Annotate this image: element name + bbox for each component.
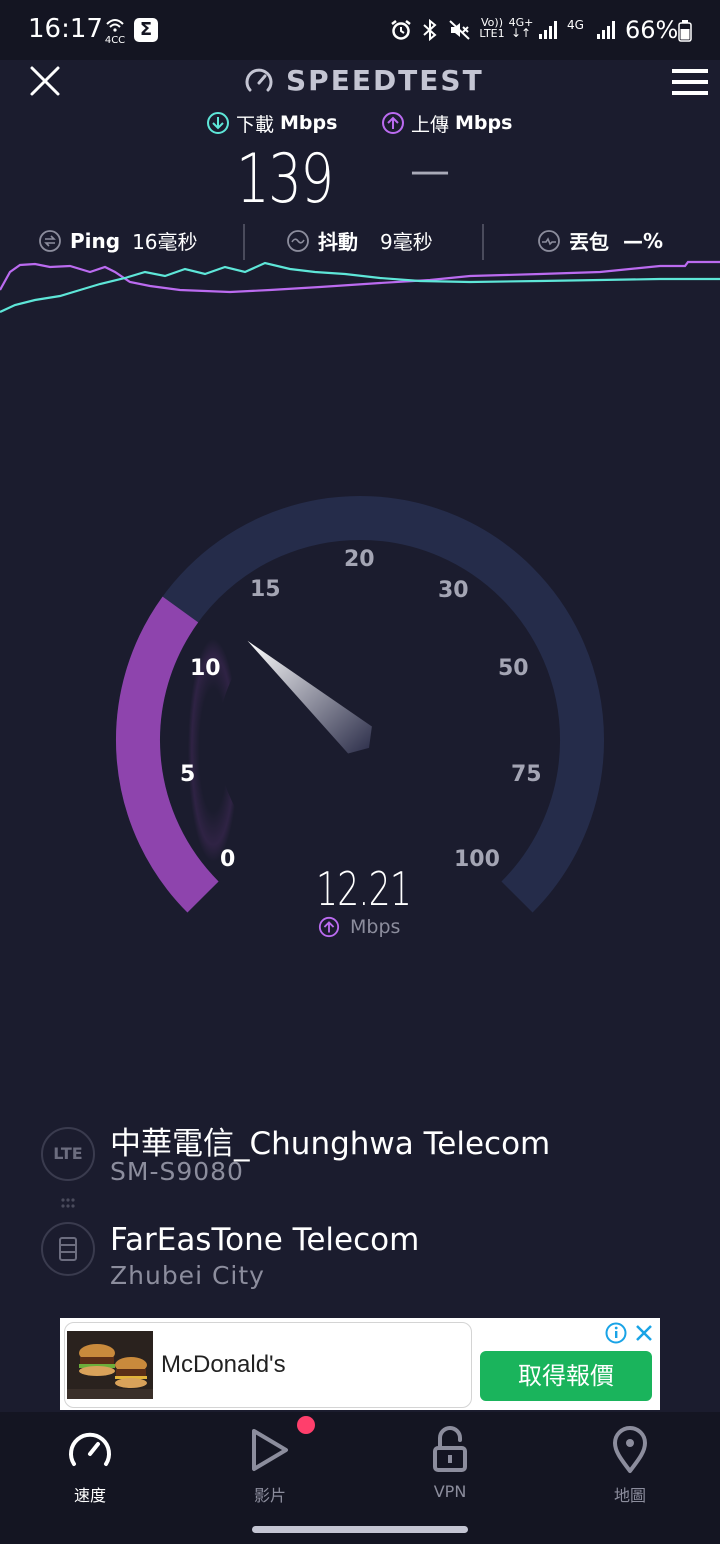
packet-loss-icon xyxy=(538,229,560,252)
gauge-tick-75: 75 xyxy=(511,762,542,787)
nav-label-vpn: VPN xyxy=(433,1482,467,1501)
upload-value: — xyxy=(410,148,450,194)
packet-loss-value: —% xyxy=(623,228,664,253)
data-activity-icon: 4G+ ↓↑ xyxy=(508,16,534,40)
current-speed-value: 12.21 xyxy=(316,862,412,916)
ad-close-icon[interactable] xyxy=(634,1323,654,1347)
jitter-icon xyxy=(287,229,309,252)
lte-badge: LTE xyxy=(41,1127,95,1181)
nav-item-video[interactable]: 影片 xyxy=(210,1412,330,1512)
battery-icon xyxy=(678,20,692,46)
download-arrow-icon xyxy=(207,112,229,134)
nav-item-vpn[interactable]: VPN xyxy=(390,1412,510,1512)
gauge-tick-15: 15 xyxy=(250,577,281,602)
download-value: 139 xyxy=(236,140,334,219)
speed-gauge-icon xyxy=(66,1426,114,1478)
map-pin-icon xyxy=(612,1426,648,1478)
gauge-tick-10: 10 xyxy=(190,656,221,681)
gauge-tick-0: 0 xyxy=(220,847,236,872)
nav-item-map[interactable]: 地圖 xyxy=(570,1412,690,1512)
ping-label: Ping xyxy=(70,228,121,253)
signal-icon-2 xyxy=(596,20,618,44)
gauge-tick-50: 50 xyxy=(498,656,529,681)
upload-metric: 上傳 Mbps xyxy=(381,110,512,136)
volte-bottom: LTE1 xyxy=(479,27,505,40)
nav-label-video: 影片 xyxy=(253,1486,286,1505)
upload-label: 上傳 xyxy=(411,113,450,136)
menu-button[interactable] xyxy=(672,68,708,96)
signal-icon-1 xyxy=(538,20,560,44)
bluetooth-icon xyxy=(420,18,440,46)
download-unit: Mbps xyxy=(280,112,338,134)
app-title: SPEEDTEST xyxy=(286,64,484,97)
mute-icon xyxy=(448,18,472,46)
net-label: 4CC xyxy=(104,35,126,46)
server-button[interactable] xyxy=(41,1222,95,1276)
connection-dots-icon xyxy=(60,1196,76,1216)
ad-burger-image xyxy=(67,1331,153,1399)
wifi-calling-icon: 4CC xyxy=(104,16,126,46)
status-time: 16:17 xyxy=(28,14,103,44)
ping-icon xyxy=(39,229,61,252)
upload-direction-icon xyxy=(318,916,340,942)
download-label: 下載 xyxy=(236,113,275,136)
ad-cta-button[interactable]: 取得報價 xyxy=(480,1351,652,1401)
nav-label-map: 地圖 xyxy=(613,1486,646,1505)
server-icon xyxy=(59,1237,77,1261)
gauge-needle xyxy=(247,640,372,754)
speedtest-logo-icon xyxy=(244,66,274,100)
home-indicator[interactable] xyxy=(252,1526,468,1533)
ad-banner[interactable]: McDonald's 取得報價 xyxy=(60,1318,660,1410)
play-icon xyxy=(248,1426,292,1478)
notification-dot xyxy=(297,1416,315,1434)
ad-brand-name: McDonald's xyxy=(161,1351,286,1378)
status-bar: 16:17 4CC Σ Vo)) LTE1 4G+ ↓↑ 4G 66% xyxy=(0,0,720,60)
lte-badge-label: LTE xyxy=(53,1144,83,1163)
hamburger-menu-icon xyxy=(672,69,708,95)
upload-unit: Mbps xyxy=(455,112,513,134)
close-button[interactable] xyxy=(28,64,62,98)
server-location[interactable]: Zhubei City xyxy=(110,1261,265,1290)
speed-history-graph xyxy=(0,260,720,313)
battery-percent: 66% xyxy=(625,16,679,44)
gauge-tick-30: 30 xyxy=(438,578,469,603)
net-4g: 4G xyxy=(567,18,584,32)
server-name[interactable]: FarEasTone Telecom xyxy=(110,1222,419,1258)
upload-trend-line xyxy=(0,260,720,294)
ad-info-icon[interactable] xyxy=(605,1322,627,1348)
sigma-app-icon: Σ xyxy=(134,18,158,42)
download-metric: 下載 Mbps xyxy=(206,110,337,136)
gauge-tick-100: 100 xyxy=(454,847,500,872)
nav-label-speed: 速度 xyxy=(73,1486,106,1505)
ad-card[interactable]: McDonald's xyxy=(64,1322,472,1408)
gauge-tick-20: 20 xyxy=(344,547,375,572)
current-speed-unit: Mbps xyxy=(350,916,401,938)
gauge-tick-5: 5 xyxy=(180,762,196,787)
volte-icon: Vo)) LTE1 xyxy=(478,17,506,40)
lock-open-icon xyxy=(432,1426,468,1478)
device-model: SM-S9080 xyxy=(110,1157,244,1186)
alarm-icon xyxy=(390,19,412,45)
nav-item-speed[interactable]: 速度 xyxy=(30,1412,150,1512)
upload-arrow-icon xyxy=(382,112,404,134)
close-icon xyxy=(30,66,60,96)
bottom-navigation: 速度 影片 VPN 地圖 xyxy=(0,1412,720,1544)
